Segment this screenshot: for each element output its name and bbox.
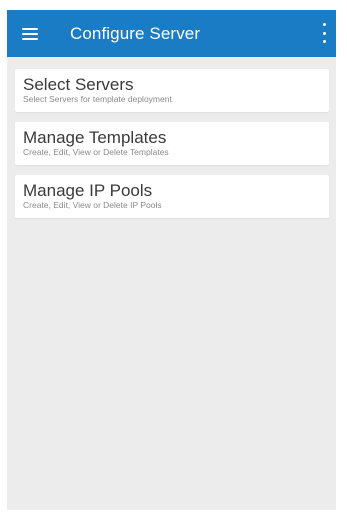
menu-list: Select Servers Select Servers for templa… bbox=[7, 57, 336, 218]
list-item-select-servers[interactable]: Select Servers Select Servers for templa… bbox=[15, 69, 329, 112]
list-item-subtitle: Select Servers for template deployment bbox=[23, 94, 172, 104]
list-item-subtitle: Create, Edit, View or Delete IP Pools bbox=[23, 200, 162, 210]
list-item-manage-ip-pools[interactable]: Manage IP Pools Create, Edit, View or De… bbox=[15, 175, 329, 218]
page-title: Configure Server bbox=[70, 23, 201, 43]
hamburger-menu-icon[interactable] bbox=[22, 27, 38, 40]
app-bar: Configure Server bbox=[7, 10, 336, 57]
app-screen: Configure Server Select Servers Select S… bbox=[7, 10, 336, 510]
list-item-title: Manage IP Pools bbox=[23, 181, 153, 200]
more-vert-icon[interactable] bbox=[320, 23, 328, 43]
list-item-title: Manage Templates bbox=[23, 128, 167, 147]
list-item-manage-templates[interactable]: Manage Templates Create, Edit, View or D… bbox=[15, 122, 329, 165]
list-item-title: Select Servers bbox=[23, 75, 134, 94]
list-item-subtitle: Create, Edit, View or Delete Templates bbox=[23, 147, 169, 157]
